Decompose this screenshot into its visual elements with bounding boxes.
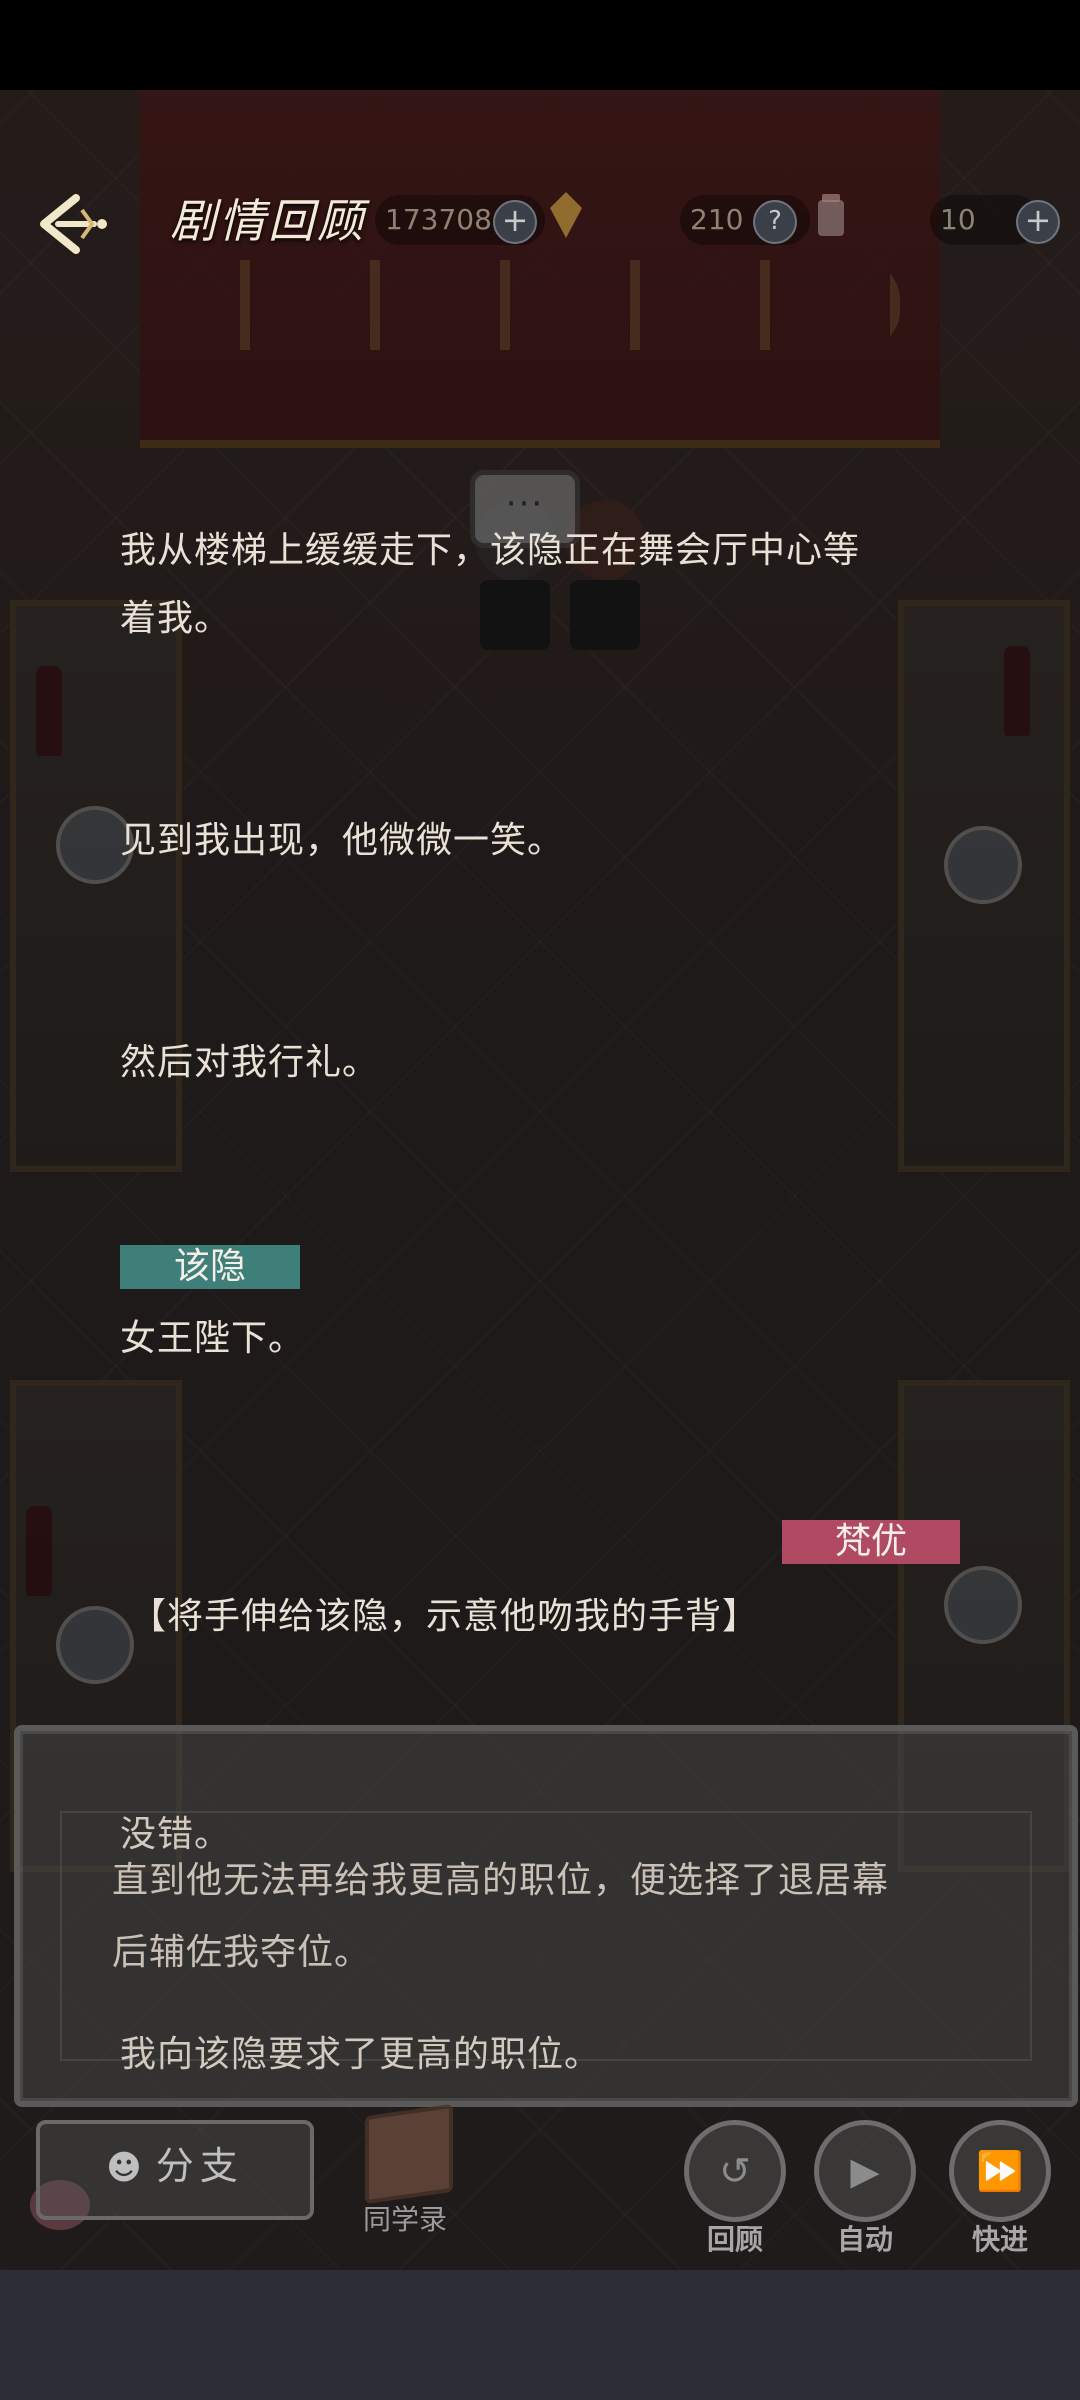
story-line: 然后对我行礼。 [120,1042,380,1083]
ticket-count: 10 [940,203,976,236]
auto-button[interactable]: ▶ 自动 [810,2120,920,2256]
speaker-tag: 梵优 [782,1520,960,1564]
book-icon [365,2103,453,2205]
speaker-tag: 该隐 [120,1245,300,1289]
review-label: 回顾 [706,2223,763,2256]
story-line: 我向该隐要求了更高的职位。 [120,2034,602,2075]
fast-forward-label: 快进 [971,2223,1028,2256]
story-line: 见到我出现，他微微一笑。 [120,820,565,861]
dialogue-line: 后辅佐我夺位。 [112,1932,372,1973]
fast-forward-button[interactable]: ⏩ 快进 [945,2120,1055,2256]
story-line: 着我。 [120,598,232,639]
cup-count: 210 [690,203,744,236]
roster-button[interactable]: 同学录 [350,2103,460,2240]
auto-label: 自动 [836,2223,893,2256]
story-line: 【将手伸给该隐，示意他吻我的手背】 [130,1596,760,1637]
back-button[interactable] [36,190,116,258]
gem-count: 173708 [385,203,492,236]
review-button[interactable]: ↺ 回顾 [680,2120,790,2256]
page-title: 剧情回顾 [170,194,366,248]
play-icon: ▶ [814,2120,916,2222]
story-line: 女王陛下。 [120,1318,306,1359]
history-icon: ↺ [684,2120,786,2222]
add-ticket-button[interactable]: + [1016,200,1060,244]
people-icon: ☻ [106,2148,148,2188]
branch-button[interactable]: ☻ 分支 [36,2120,314,2220]
cup-icon [818,194,844,236]
story-line: 我从楼梯上缓缓走下，该隐正在舞会厅中心等 [120,530,861,571]
system-nav-bar [0,2270,1080,2400]
add-gem-button[interactable]: + [493,200,537,244]
back-arrow-icon [40,194,107,254]
status-bar [0,0,1080,90]
roster-label: 同学录 [362,2203,447,2236]
branch-label: 分支 [155,2144,244,2188]
gem-icon [550,192,582,238]
help-button[interactable]: ? [753,200,797,244]
fast-forward-icon: ⏩ [949,2120,1051,2222]
dialogue-line: 直到他无法再给我更高的职位，便选择了退居幕 [112,1860,890,1901]
